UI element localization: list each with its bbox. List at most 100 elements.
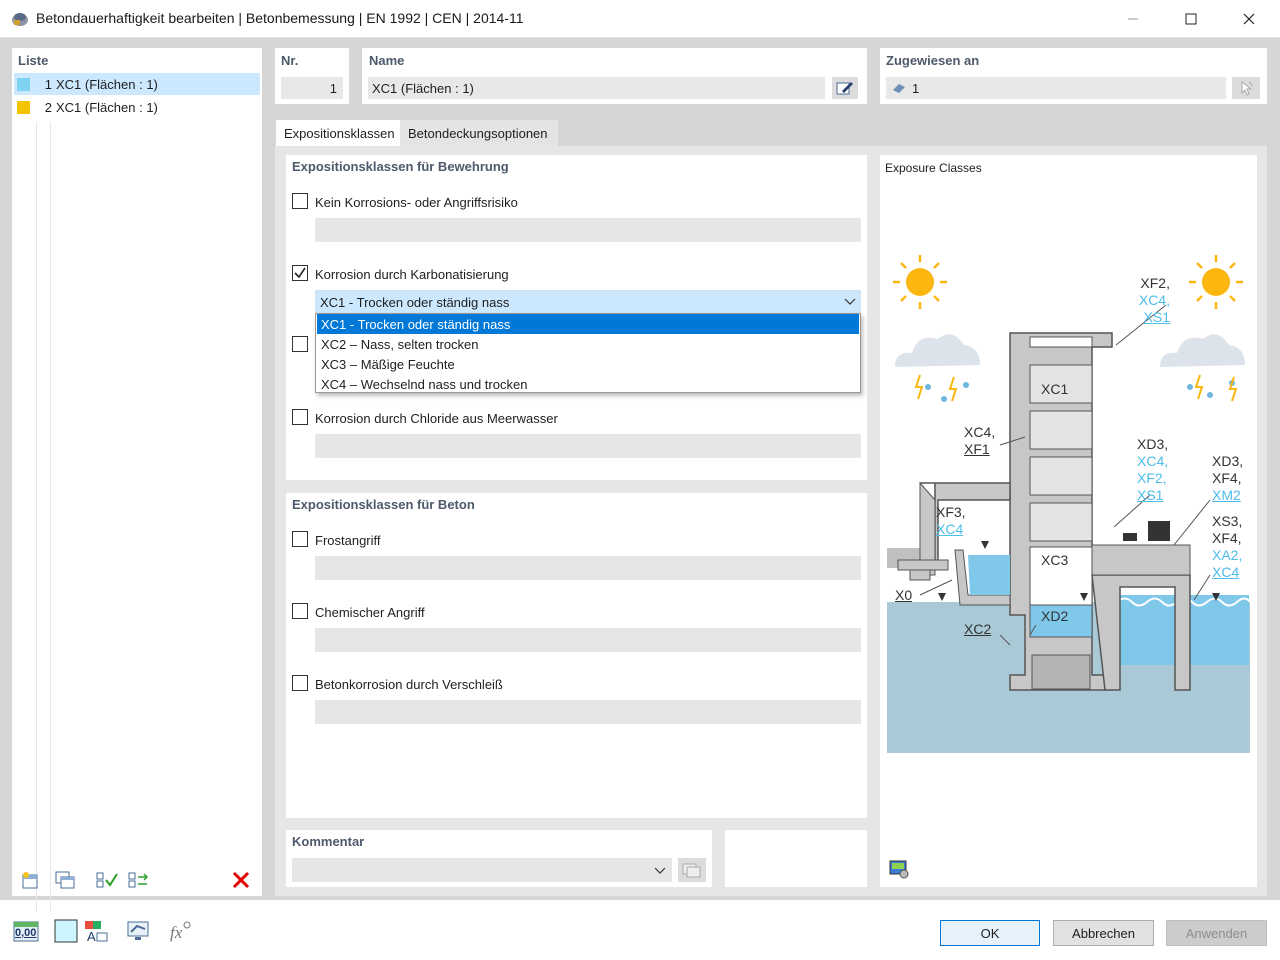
diagram-label-text: XF4,: [1212, 530, 1242, 546]
minimize-button[interactable]: [1104, 0, 1162, 38]
nr-field[interactable]: 1: [281, 77, 343, 99]
diagram-label-xc3: XC3: [1041, 552, 1069, 568]
assigned-field[interactable]: 1: [886, 77, 1226, 99]
abrasion-field: [315, 700, 861, 724]
list-item-number: 2: [44, 99, 52, 115]
chemical-checkbox[interactable]: [292, 603, 308, 619]
check-toggle-button[interactable]: [126, 868, 152, 892]
diagram-label-top-right: XF2, XC4, XS1: [1136, 275, 1170, 326]
diagram-label-text: XF3,: [936, 504, 966, 520]
dropdown-option[interactable]: XC2 – Nass, selten trocken: [317, 334, 859, 354]
dropdown-option[interactable]: XC4 – Wechselnd nass und trocken: [317, 374, 859, 394]
color-swatch: [17, 77, 30, 91]
delete-button[interactable]: [228, 868, 254, 892]
color-swatch: [17, 100, 30, 114]
frost-checkbox[interactable]: [292, 531, 308, 547]
text-style-icon: A: [85, 921, 108, 943]
carbonation-checkbox[interactable]: [292, 265, 308, 281]
chlorides-checkbox[interactable]: [292, 336, 308, 352]
dropdown-option[interactable]: XC3 – Mäßige Feuchte: [317, 354, 859, 374]
no-risk-label: Kein Korrosions- oder Angriffsrisiko: [315, 195, 518, 210]
tab-betondeckungsoptionen[interactable]: Betondeckungsoptionen: [400, 120, 558, 146]
select-objects-button[interactable]: [1232, 77, 1260, 99]
monitor-view-icon: [127, 921, 149, 940]
checkmark-icon: [294, 267, 306, 279]
name-box: Name XC1 (Flächen : 1): [362, 48, 867, 104]
diagram-label-xc2: XC2: [964, 621, 992, 637]
comment-library-button[interactable]: [678, 858, 706, 882]
close-icon: [1243, 13, 1255, 25]
diagram-label-text: XC4: [1212, 564, 1240, 580]
diagram-label-text: XC4,: [1137, 453, 1169, 469]
close-button[interactable]: [1220, 0, 1278, 38]
function-icon: fx: [170, 921, 191, 942]
chlorides-sea-field: [315, 434, 861, 458]
diagram-label-text: XF4,: [1212, 470, 1242, 486]
check-swap-icon: [128, 872, 149, 888]
assigned-value: 1: [912, 81, 920, 96]
tree-guide-line: [50, 122, 51, 912]
diagram-label-text: XS1: [1137, 487, 1164, 503]
list-item[interactable]: 2 XC1 (Flächen : 1): [14, 96, 260, 118]
diagram-label-xc1: XC1: [1041, 381, 1069, 397]
chevron-down-icon: [844, 298, 856, 305]
check-all-button[interactable]: [94, 868, 120, 892]
abrasion-checkbox[interactable]: [292, 675, 308, 691]
diagram-label-text: XC4,: [964, 424, 996, 440]
display-button[interactable]: [124, 918, 152, 944]
cancel-button[interactable]: Abbrechen: [1053, 920, 1154, 946]
formula-button[interactable]: fx: [166, 918, 194, 944]
color-swatch-icon: [54, 919, 78, 943]
diagram-label-text: XC4: [936, 521, 964, 537]
copy-item-button[interactable]: [52, 868, 78, 892]
gravel: [1031, 654, 1091, 690]
name-field[interactable]: XC1 (Flächen : 1): [368, 77, 825, 99]
figure-options-button[interactable]: [886, 857, 912, 881]
units-icon-text: 0,00: [15, 927, 37, 939]
edit-icon: [836, 82, 853, 95]
dropdown-option[interactable]: XC1 - Trocken oder ständig nass: [317, 314, 859, 334]
list-item-label: XC1 (Flächen : 1): [56, 76, 158, 92]
maximize-icon: [1185, 13, 1197, 25]
concrete-title: Expositionsklassen für Beton: [292, 497, 475, 512]
units-button[interactable]: 0,00: [12, 918, 40, 944]
diagram-label-right-low: XS3, XF4, XA2, XC4: [1212, 513, 1242, 581]
diagram-label-text: XS3,: [1212, 513, 1243, 529]
chemical-label: Chemischer Angriff: [315, 605, 425, 620]
color-button[interactable]: [52, 918, 80, 944]
carbonation-label: Korrosion durch Karbonatisierung: [315, 267, 509, 282]
frost-field: [315, 556, 861, 580]
diagram-label-text: XD3,: [1137, 436, 1169, 452]
diagram-label-mid-left: XC4, XF1: [964, 424, 995, 458]
carbonation-class-select[interactable]: XC1 - Trocken oder ständig nass: [315, 290, 861, 313]
chlorides-sea-checkbox[interactable]: [292, 409, 308, 425]
apply-button[interactable]: Anwenden: [1166, 920, 1267, 946]
edit-name-button[interactable]: [832, 77, 858, 99]
pick-cursor-icon: [1241, 80, 1254, 96]
image-settings-icon: [889, 860, 909, 879]
window-title: Betondauerhaftigkeit bearbeiten | Betonb…: [36, 10, 524, 26]
new-item-icon: [22, 872, 38, 889]
text-style-button[interactable]: A: [82, 918, 110, 944]
diagram-label-text: XF2,: [1137, 470, 1167, 486]
svg-text:fx: fx: [170, 923, 183, 942]
list-item-label: XC1 (Flächen : 1): [56, 99, 158, 115]
diagram-label-mid-right1: XD3, XC4, XF2, XS1: [1137, 436, 1168, 504]
tab-expositionsklassen[interactable]: Expositionsklassen: [276, 120, 400, 146]
ok-button[interactable]: OK: [940, 920, 1040, 946]
new-item-button[interactable]: [18, 868, 44, 892]
comment-label: Kommentar: [292, 834, 365, 849]
copy-icon: [55, 871, 75, 889]
list-item[interactable]: 1 XC1 (Flächen : 1): [14, 73, 260, 95]
diagram-label-xd2: XD2: [1041, 608, 1069, 624]
chlorides-sea-label: Korrosion durch Chloride aus Meerwasser: [315, 411, 558, 426]
surface-icon: [893, 84, 905, 93]
delete-icon: [232, 871, 250, 889]
figure-panel: Exposure Classes XF2, XC4, XS1 XC1 XC4, …: [880, 155, 1257, 887]
no-risk-checkbox[interactable]: [292, 193, 308, 209]
name-label: Name: [369, 53, 405, 68]
comment-input[interactable]: [292, 858, 672, 882]
app-icon: [12, 13, 28, 26]
maximize-button[interactable]: [1162, 0, 1220, 38]
no-risk-field: [315, 218, 861, 242]
